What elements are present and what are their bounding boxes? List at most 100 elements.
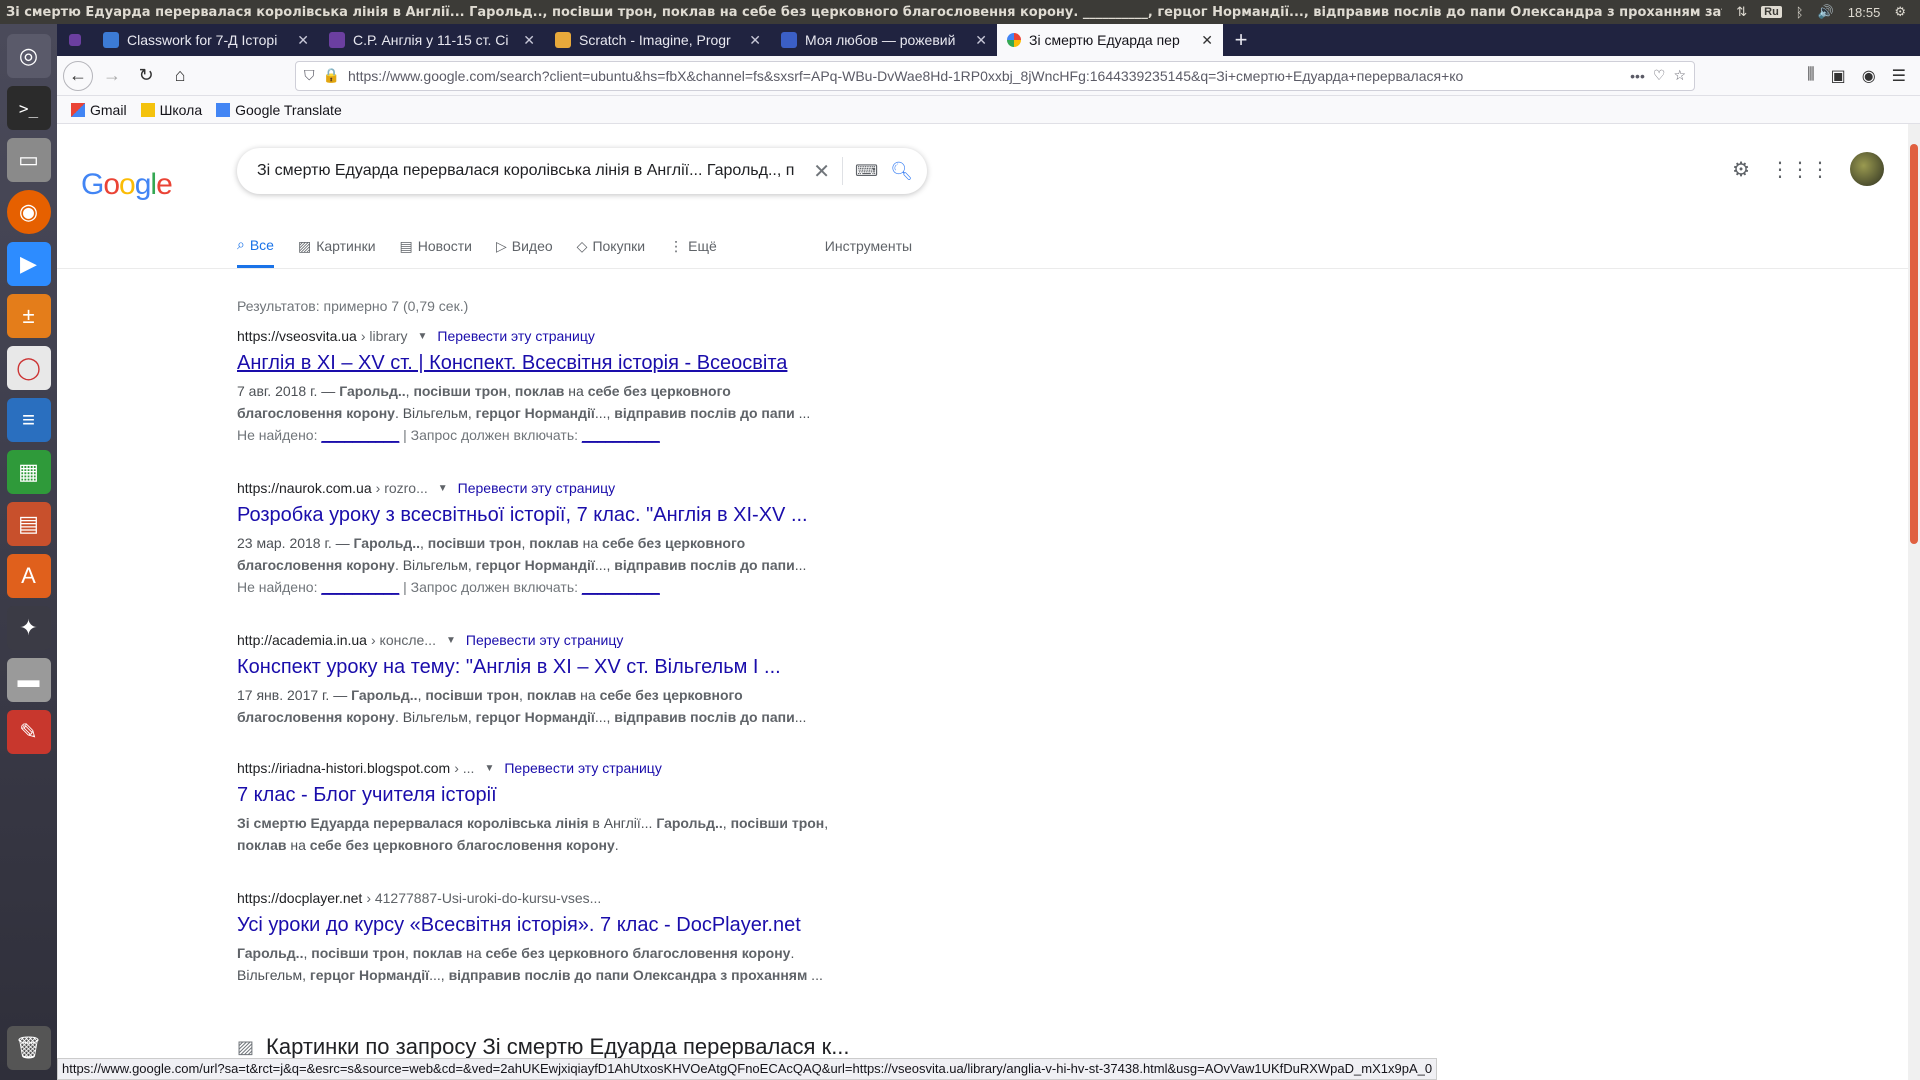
browser-tab[interactable]: Classwork for 7-Д Історі ✕	[93, 24, 319, 56]
network-icon[interactable]: ⇅	[1736, 4, 1747, 20]
snippet-line: благословення корону. Вільгельм, герцог …	[237, 557, 807, 573]
close-tab-icon[interactable]: ✕	[975, 32, 987, 49]
images-heading-text[interactable]: Картинки по запросу Зі смертю Едуарда пе…	[266, 1034, 850, 1060]
tab-favicon	[781, 32, 797, 48]
dropdown-triangle-icon[interactable]: ▼	[438, 483, 448, 494]
screenshot-icon[interactable]: ◯	[6, 346, 51, 390]
drive-icon[interactable]: ▬	[6, 658, 51, 702]
result-title-link[interactable]: Конспект уроку на тему: "Англія в XI – X…	[237, 654, 857, 680]
home-button[interactable]: ⌂	[165, 61, 195, 91]
result-domain[interactable]: https://naurok.com.ua	[237, 480, 372, 496]
tab-more[interactable]: ⋮ Ещё	[669, 224, 717, 268]
keyboard-layout-indicator[interactable]: Ru	[1761, 6, 1782, 18]
bluetooth-icon[interactable]: ᛒ	[1796, 5, 1804, 20]
close-tab-icon[interactable]: ✕	[523, 32, 535, 49]
translate-link[interactable]: Перевести эту страницу	[504, 760, 661, 776]
must-include-link[interactable]: __________	[582, 579, 660, 595]
bookmarks-bar: Gmail Школа Google Translate	[57, 96, 1920, 124]
new-tab-button[interactable]: +	[1223, 24, 1259, 56]
tab-images[interactable]: ▨ Картинки	[298, 224, 376, 268]
calculator-icon[interactable]: ±	[6, 294, 51, 338]
calc-spreadsheet-icon[interactable]: ▦	[6, 450, 51, 494]
search-divider	[842, 157, 844, 185]
must-include-label: | Запрос должен включать:	[403, 579, 579, 595]
account-icon[interactable]: ◉	[1862, 66, 1876, 86]
browser-tab-active[interactable]: Зі смертю Едуарда пер ✕	[997, 24, 1223, 56]
result-title-link[interactable]: Усі уроки до курсу «Всесвітня історія». …	[237, 912, 857, 938]
missing-label: Не найдено:	[237, 579, 318, 595]
pinned-tab[interactable]	[57, 24, 93, 56]
sidebar-icon[interactable]: ▣	[1831, 66, 1846, 86]
pocket-icon[interactable]: ♡	[1653, 67, 1666, 84]
google-logo[interactable]: Google	[81, 168, 173, 202]
result-domain[interactable]: https://vseosvita.ua	[237, 328, 357, 344]
terminal-icon[interactable]: >_	[6, 86, 51, 130]
zoom-icon[interactable]: ▶	[6, 242, 51, 286]
scrollbar-thumb[interactable]	[1910, 144, 1918, 544]
scrollbar[interactable]	[1908, 124, 1920, 1080]
clock[interactable]: 18:55	[1848, 5, 1881, 20]
close-tab-icon[interactable]: ✕	[297, 32, 309, 49]
impress-icon[interactable]: ▤	[6, 502, 51, 546]
missing-term-link[interactable]: __________	[321, 427, 399, 443]
translate-link[interactable]: Перевести эту страницу	[458, 480, 615, 496]
avatar[interactable]	[1850, 152, 1884, 186]
ubuntu-dash-icon[interactable]: ◎	[6, 34, 51, 78]
search-icon[interactable]: 🔍︎	[890, 161, 913, 182]
writer-icon[interactable]: ≡	[6, 398, 51, 442]
bookmark-school[interactable]: Школа	[140, 102, 202, 118]
bookmark-star-icon[interactable]: ☆	[1673, 67, 1686, 84]
address-bar[interactable]: ⛉ 🔒 https://www.google.com/search?client…	[295, 60, 1695, 91]
result-title-link[interactable]: 7 клас - Блог учителя історії	[237, 782, 857, 808]
tab-videos[interactable]: ▷ Видео	[496, 224, 553, 268]
tools-button[interactable]: Инструменты	[825, 224, 912, 268]
power-gear-icon[interactable]: ⚙	[1894, 4, 1906, 20]
back-button[interactable]: ←	[63, 60, 93, 91]
clear-search-icon[interactable]: ✕	[813, 159, 830, 184]
settings-tools-icon[interactable]: ✎	[6, 710, 51, 754]
must-include-link[interactable]: __________	[582, 427, 660, 443]
video-icon: ▷	[495, 237, 507, 254]
dropdown-triangle-icon[interactable]: ▼	[446, 635, 456, 646]
keyboard-icon[interactable]: ⌨	[855, 161, 878, 181]
result-snippet: Гарольд.., посівши трон, поклав на себе …	[237, 942, 857, 986]
result-domain[interactable]: https://docplayer.net	[237, 890, 362, 906]
bookmark-google-translate[interactable]: Google Translate	[216, 102, 342, 118]
result-cite: http://academia.in.ua › консле... ▼ Пере…	[237, 632, 857, 648]
missing-term-link[interactable]: __________	[321, 579, 399, 595]
settings-gear-icon[interactable]: ⚙	[1732, 157, 1750, 182]
software-center-icon[interactable]: A	[6, 554, 51, 598]
apps-grid-icon[interactable]: ⋮⋮⋮	[1770, 157, 1830, 182]
result-domain[interactable]: https://iriadna-histori.blogspot.com	[237, 760, 450, 776]
browser-tab[interactable]: Scratch - Imagine, Progr ✕	[545, 24, 771, 56]
lock-icon[interactable]: 🔒	[323, 67, 340, 84]
dropdown-triangle-icon[interactable]: ▼	[484, 763, 494, 774]
browser-tab[interactable]: С.Р. Англія у 11-15 ст. Сі ✕	[319, 24, 545, 56]
trash-icon[interactable]: 🗑	[6, 1026, 51, 1070]
app-icon[interactable]: ✦	[6, 606, 51, 650]
translate-link[interactable]: Перевести эту страницу	[466, 632, 623, 648]
search-input[interactable]: Зі смертю Едуарда перервалася королівськ…	[257, 162, 801, 180]
menu-hamburger-icon[interactable]: ☰	[1892, 66, 1906, 86]
bookmark-gmail[interactable]: Gmail	[71, 102, 127, 118]
firefox-icon[interactable]: ◉	[6, 190, 51, 234]
tab-shopping[interactable]: ◇ Покупки	[577, 224, 645, 268]
forward-button[interactable]: →	[97, 61, 127, 91]
close-tab-icon[interactable]: ✕	[749, 32, 761, 49]
result-title-link[interactable]: Розробка уроку з всесвітньої історії, 7 …	[237, 502, 857, 528]
dropdown-triangle-icon[interactable]: ▼	[418, 331, 428, 342]
tab-news[interactable]: ▤ Новости	[400, 224, 472, 268]
page-actions-icon[interactable]: •••	[1630, 68, 1645, 84]
reload-button[interactable]: ↻	[131, 61, 161, 91]
shield-icon[interactable]: ⛉	[304, 67, 315, 84]
files-icon[interactable]: ▭	[6, 138, 51, 182]
library-icon[interactable]: ⫼	[1807, 66, 1814, 86]
browser-tab[interactable]: Моя любов — рожевий ✕	[771, 24, 997, 56]
result-domain[interactable]: http://academia.in.ua	[237, 632, 367, 648]
volume-icon[interactable]: 🔊	[1818, 4, 1834, 20]
translate-link[interactable]: Перевести эту страницу	[437, 328, 594, 344]
tab-all[interactable]: ⌕ Все	[237, 224, 274, 268]
close-tab-icon[interactable]: ✕	[1201, 32, 1213, 49]
search-box[interactable]: Зі смертю Едуарда перервалася королівськ…	[237, 148, 927, 194]
result-title-link[interactable]: Англія в XI – XV ст. | Конспект. Всесвіт…	[237, 350, 857, 376]
